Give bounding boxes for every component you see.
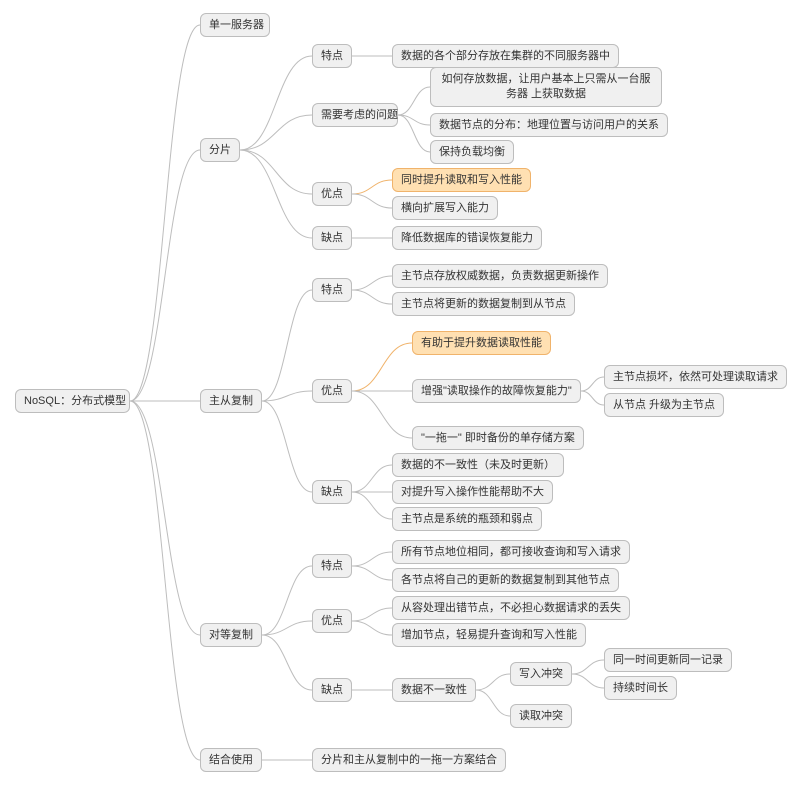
- node-s-is-2[interactable]: 数据节点的分布：地理位置与访问用户的关系: [430, 113, 668, 138]
- node-p-feat-2[interactable]: 各节点将自己的更新的数据复制到其他节点: [392, 568, 619, 593]
- node-s-is-1[interactable]: 如何存放数据，让用户基本上只需从一台服务器 上获取数据: [430, 67, 662, 107]
- node-s-feat[interactable]: 特点: [312, 44, 352, 69]
- node-m-adv-2[interactable]: 增强"读取操作的故障恢复能力": [412, 379, 581, 404]
- edge: [130, 150, 200, 401]
- edge: [262, 566, 312, 635]
- edge: [262, 401, 312, 492]
- edge: [130, 401, 200, 760]
- node-m-dis-3[interactable]: 主节点是系统的瓶颈和弱点: [392, 507, 542, 532]
- node-m-adv-2b[interactable]: 从节点 升级为主节点: [604, 393, 724, 418]
- node-m-dis-1[interactable]: 数据的不一致性（未及时更新）: [392, 453, 564, 478]
- node-m-adv-2a[interactable]: 主节点损坏，依然可处理读取请求: [604, 365, 787, 390]
- node-ms[interactable]: 主从复制: [200, 389, 262, 414]
- edge: [352, 343, 412, 391]
- mindmap-canvas: NoSQL：分布式模型单一服务器分片特点数据的各个部分存放在集群的不同服务器中需…: [0, 0, 800, 803]
- node-p-adv-2[interactable]: 增加节点，轻易提升查询和写入性能: [392, 623, 586, 648]
- node-shard[interactable]: 分片: [200, 138, 240, 163]
- node-combo-1[interactable]: 分片和主从复制中的一拖一方案结合: [312, 748, 506, 773]
- edge: [352, 552, 392, 566]
- node-p-dis-1a[interactable]: 写入冲突: [510, 662, 572, 687]
- node-p-adv[interactable]: 优点: [312, 609, 352, 634]
- edge: [352, 290, 392, 304]
- node-m-dis-2[interactable]: 对提升写入操作性能帮助不大: [392, 480, 553, 505]
- node-s-adv-2[interactable]: 横向扩展写入能力: [392, 196, 498, 221]
- node-m-feat-2[interactable]: 主节点将更新的数据复制到从节点: [392, 292, 575, 317]
- node-p-adv-1[interactable]: 从容处理出错节点，不必担心数据请求的丢失: [392, 596, 630, 621]
- node-m-feat-1[interactable]: 主节点存放权威数据，负责数据更新操作: [392, 264, 608, 289]
- edge: [476, 674, 510, 690]
- node-p-dis-1[interactable]: 数据不一致性: [392, 678, 476, 703]
- edge: [240, 56, 312, 150]
- edge: [581, 377, 604, 391]
- node-s-issues[interactable]: 需要考虑的问题: [312, 103, 398, 128]
- edge: [240, 115, 312, 150]
- edge: [130, 25, 200, 401]
- node-root[interactable]: NoSQL：分布式模型: [15, 389, 130, 414]
- edge: [352, 492, 392, 519]
- node-m-adv-1[interactable]: 有助于提升数据读取性能: [412, 331, 551, 356]
- node-combo[interactable]: 结合使用: [200, 748, 262, 773]
- node-s-dis[interactable]: 缺点: [312, 226, 352, 251]
- node-s-adv-1[interactable]: 同时提升读取和写入性能: [392, 168, 531, 193]
- edge: [572, 660, 604, 674]
- node-m-feat[interactable]: 特点: [312, 278, 352, 303]
- node-single[interactable]: 单一服务器: [200, 13, 270, 38]
- node-m-adv-3[interactable]: "一拖一" 即时备份的单存储方案: [412, 426, 584, 451]
- edge: [352, 465, 392, 492]
- edge: [262, 391, 312, 401]
- node-p-feat-1[interactable]: 所有节点地位相同，都可接收查询和写入请求: [392, 540, 630, 565]
- node-p-dis[interactable]: 缺点: [312, 678, 352, 703]
- node-m-dis[interactable]: 缺点: [312, 480, 352, 505]
- edge: [352, 608, 392, 621]
- node-p-dis-1a1[interactable]: 同一时间更新同一记录: [604, 648, 732, 673]
- node-p-dis-1a2[interactable]: 持续时间长: [604, 676, 677, 701]
- node-p-feat[interactable]: 特点: [312, 554, 352, 579]
- edge: [352, 621, 392, 635]
- node-s-adv[interactable]: 优点: [312, 182, 352, 207]
- node-m-adv[interactable]: 优点: [312, 379, 352, 404]
- edge: [581, 391, 604, 405]
- edge: [262, 635, 312, 690]
- edge: [240, 150, 312, 238]
- edge: [352, 180, 392, 194]
- edge: [352, 566, 392, 580]
- edge: [476, 690, 510, 716]
- edge: [572, 674, 604, 688]
- node-s-dis-1[interactable]: 降低数据库的错误恢复能力: [392, 226, 542, 251]
- node-peer[interactable]: 对等复制: [200, 623, 262, 648]
- edge: [130, 401, 200, 635]
- edge: [240, 150, 312, 194]
- edge: [262, 290, 312, 401]
- edge: [352, 276, 392, 290]
- edge: [352, 391, 412, 438]
- node-p-dis-1b[interactable]: 读取冲突: [510, 704, 572, 729]
- node-s-is-3[interactable]: 保持负载均衡: [430, 140, 514, 165]
- node-s-feat-1[interactable]: 数据的各个部分存放在集群的不同服务器中: [392, 44, 619, 69]
- edge: [398, 87, 430, 115]
- edge: [352, 194, 392, 208]
